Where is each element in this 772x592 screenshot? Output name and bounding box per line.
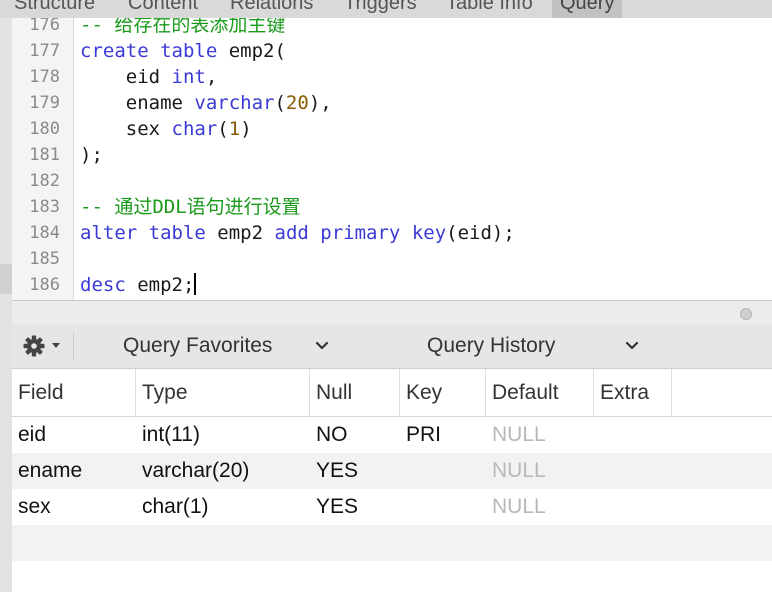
code-line: 185 (12, 246, 772, 272)
cell-null: NO (316, 423, 348, 446)
code-text: alter table emp2 add primary key(eid); (80, 222, 515, 244)
toolbar-separator (73, 332, 74, 360)
tab-bar: Structure Content Relations Triggers Tab… (0, 0, 772, 18)
tab-structure[interactable]: Structure (6, 0, 103, 18)
left-margin (0, 18, 12, 592)
results-table: Field Type Null Key Default Extra eid in… (12, 369, 772, 592)
tab-relations[interactable]: Relations (222, 0, 321, 18)
line-number: 178 (29, 67, 60, 87)
chevron-down-icon[interactable] (624, 338, 640, 354)
table-row[interactable]: ename varchar(20) YES NULL (12, 453, 772, 489)
code-text: sex char(1) (80, 118, 252, 140)
cell-null: YES (316, 495, 359, 518)
chevron-down-icon[interactable] (314, 338, 330, 354)
cell-type: int(11) (142, 423, 200, 446)
code-line: 184 alter table emp2 add primary key(eid… (12, 220, 772, 246)
column-header-null[interactable]: Null (310, 369, 400, 416)
code-text-current: desc emp2; (80, 272, 197, 298)
code-text: create table emp2( (80, 40, 286, 62)
splitter-handle[interactable] (740, 308, 752, 320)
text-caret (194, 273, 197, 295)
code-text: -- 通过DDL语句进行设置 (80, 196, 301, 218)
tab-content[interactable]: Content (120, 0, 206, 18)
column-header-key[interactable]: Key (400, 369, 486, 416)
line-number: 186 (29, 275, 60, 295)
line-number: 181 (29, 145, 60, 165)
code-line: 186 desc emp2; (12, 272, 772, 298)
line-number: 176 (29, 18, 60, 35)
query-favorites-button[interactable]: Query Favorites (123, 324, 272, 368)
query-toolbar: Query Favorites Query History (12, 324, 772, 369)
line-number: 183 (29, 197, 60, 217)
code-line: 179 ename varchar(20), (12, 90, 772, 116)
query-history-button[interactable]: Query History (427, 324, 555, 368)
code-text: -- 给存在的表添加主键 (80, 18, 286, 36)
cell-type: char(1) (142, 495, 209, 518)
cell-null: YES (316, 459, 359, 482)
line-number: 180 (29, 119, 60, 139)
query-window: Structure Content Relations Triggers Tab… (0, 0, 772, 592)
code-line: 176 -- 给存在的表添加主键 (12, 18, 772, 38)
column-header-type[interactable]: Type (136, 369, 310, 416)
tab-triggers[interactable]: Triggers (336, 0, 425, 18)
caret-down-icon (52, 343, 60, 348)
cell-default: NULL (492, 423, 546, 446)
left-margin-marker (0, 264, 12, 294)
code-text: ); (80, 144, 103, 166)
code-line: 180 sex char(1) (12, 116, 772, 142)
line-number: 179 (29, 93, 60, 113)
column-header-extra[interactable]: Extra (594, 369, 672, 416)
code-line: 181 ); (12, 142, 772, 168)
cell-default: NULL (492, 495, 546, 518)
table-row-empty (12, 525, 772, 561)
code-line: 177 create table emp2( (12, 38, 772, 64)
line-number: 182 (29, 171, 60, 191)
cell-key: PRI (406, 423, 442, 446)
gear-icon (23, 335, 60, 357)
code-line: 178 eid int, (12, 64, 772, 90)
tab-table-info[interactable]: Table Info (438, 0, 541, 18)
table-row[interactable]: eid int(11) NO PRI NULL (12, 417, 772, 453)
sql-editor[interactable]: 176 -- 给存在的表添加主键 177 create table emp2( … (12, 18, 772, 300)
code-line: 182 (12, 168, 772, 194)
cell-default: NULL (492, 459, 546, 482)
code-text: eid int, (80, 66, 218, 88)
table-header: Field Type Null Key Default Extra (12, 369, 772, 417)
cell-type: varchar(20) (142, 459, 250, 482)
query-favorites-label: Query Favorites (123, 334, 273, 357)
query-history-label: Query History (427, 334, 556, 357)
line-number: 177 (29, 41, 60, 61)
column-header-default[interactable]: Default (486, 369, 594, 416)
column-header-field[interactable]: Field (12, 369, 136, 416)
cell-field: eid (18, 423, 47, 446)
code-text: ename varchar(20), (80, 92, 332, 114)
cell-field: sex (18, 495, 51, 518)
line-number: 184 (29, 223, 60, 243)
cell-field: ename (18, 459, 83, 482)
pane-splitter[interactable] (12, 300, 772, 326)
tab-query[interactable]: Query (552, 0, 623, 18)
line-number: 185 (29, 249, 60, 269)
gear-menu-button[interactable] (22, 333, 72, 359)
code-text: desc emp2; (80, 274, 195, 296)
table-row[interactable]: sex char(1) YES NULL (12, 489, 772, 525)
code-line: 183 -- 通过DDL语句进行设置 (12, 194, 772, 220)
